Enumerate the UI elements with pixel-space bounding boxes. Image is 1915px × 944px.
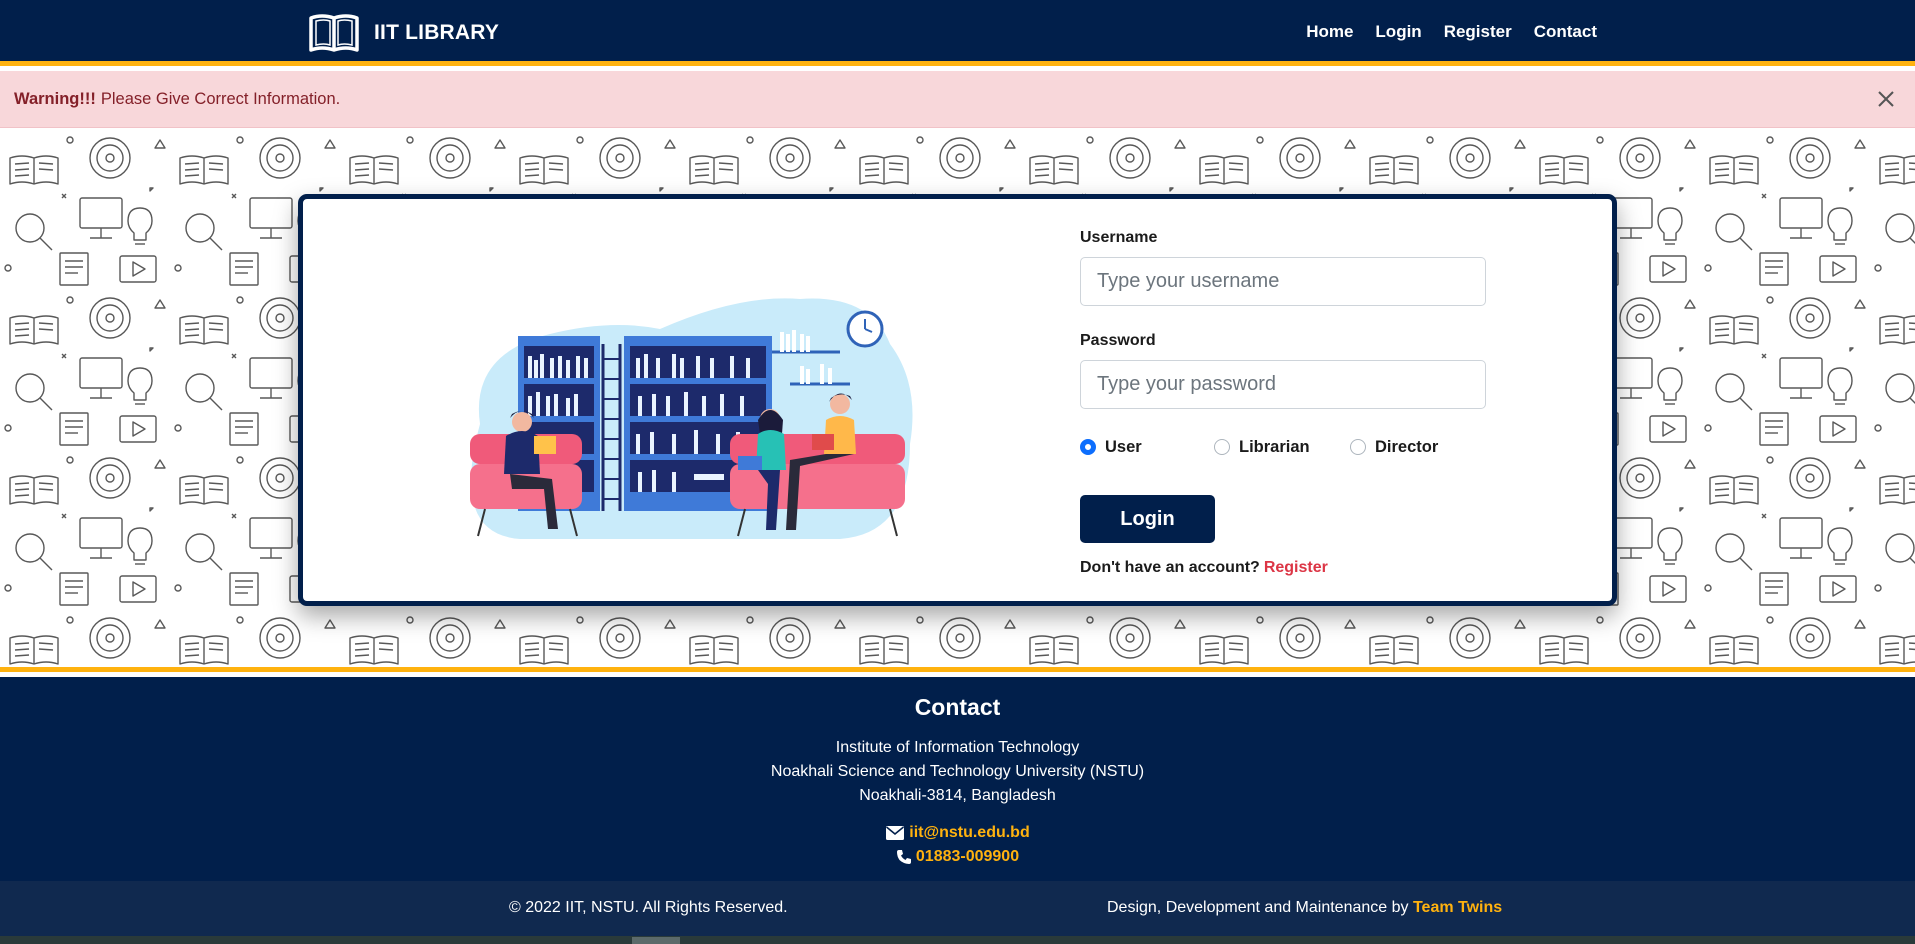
username-input[interactable] [1080,257,1486,306]
brand[interactable]: IIT LIBRARY [308,12,499,54]
alert-title: Warning!!! [14,89,96,108]
horizontal-scrollbar[interactable] [0,936,1915,944]
role-label-user: User [1105,437,1142,456]
radio-unchecked-icon [1214,439,1230,455]
role-radio-librarian[interactable]: Librarian [1214,438,1316,457]
footer-title: Contact [914,694,1001,720]
radio-unchecked-icon [1350,439,1366,455]
envelope-icon [886,826,905,840]
nav-contact-link[interactable]: Contact [1534,22,1597,42]
register-link[interactable]: Register [1264,559,1328,576]
address-line: Noakhali Science and Technology Universi… [770,763,1145,780]
email-link[interactable]: iit@nstu.edu.bd [909,821,1029,845]
credit-prefix: Design, Development and Maintenance by [1107,899,1409,916]
nav-links: Home Login Register Contact [1306,22,1597,42]
role-label-director: Director [1375,437,1439,456]
copyright-bar: © 2022 IIT, NSTU. All Rights Reserved. D… [0,881,1915,936]
brand-title: IIT LIBRARY [374,21,500,44]
role-radio-group: User Librarian Director [1080,435,1500,459]
footer-contact: iit@nstu.edu.bd 01883-009900 [0,821,1915,869]
login-card: Username Password User Librarian Directo… [298,194,1617,606]
nav-home-link[interactable]: Home [1306,22,1353,42]
nav-login-link[interactable]: Login [1375,22,1421,42]
alert-message: Please Give Correct Information. [100,89,341,108]
register-prompt: Don't have an account? Register [1080,559,1500,577]
username-label: Username [1080,229,1158,246]
phone-link[interactable]: 01883-009900 [916,845,1019,869]
login-button[interactable]: Login [1080,495,1215,543]
password-label: Password [1080,332,1156,349]
phone-line: 01883-009900 [0,845,1915,869]
library-reading-illustration [470,298,913,539]
footer-address: Institute of Information Technology Noak… [0,736,1915,808]
nav-register-link[interactable]: Register [1444,22,1512,42]
no-account-text: Don't have an account? [1080,559,1260,576]
address-line: Noakhali-3814, Bangladesh [859,787,1056,804]
role-radio-user[interactable]: User [1080,438,1180,457]
copyright-text: © 2022 IIT, NSTU. All Rights Reserved. [509,899,788,916]
team-link[interactable]: Team Twins [1413,899,1502,916]
close-icon[interactable] [1875,88,1897,110]
role-label-librarian: Librarian [1239,437,1310,456]
credit-text: Design, Development and Maintenance by T… [1107,899,1502,917]
role-radio-director[interactable]: Director [1350,438,1438,457]
book-icon [309,14,359,52]
address-line: Institute of Information Technology [835,739,1080,756]
navbar: IIT LIBRARY Home Login Register Contact [0,0,1915,66]
radio-checked-icon [1080,439,1096,455]
scrollbar-thumb[interactable] [632,937,680,944]
footer: Contact Institute of Information Technol… [0,677,1915,881]
phone-icon [896,850,911,864]
email-line: iit@nstu.edu.bd [0,821,1915,845]
warning-alert: Warning!!! Please Give Correct Informati… [0,71,1915,128]
login-form: Username Password User Librarian Directo… [1080,229,1500,577]
password-input[interactable] [1080,360,1486,409]
